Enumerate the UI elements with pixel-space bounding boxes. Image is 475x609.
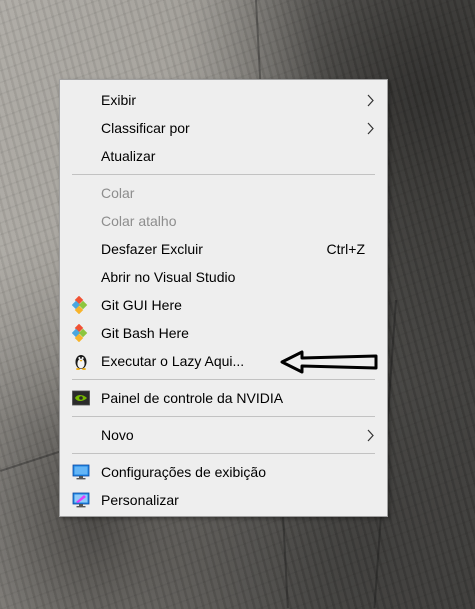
annotation-arrow-icon bbox=[280, 350, 378, 374]
menu-item-label: Colar atalho bbox=[101, 213, 177, 229]
shortcut-label: Ctrl+Z bbox=[326, 241, 366, 257]
menu-item-abrir-visual-studio[interactable]: Abrir no Visual Studio bbox=[60, 263, 387, 291]
menu-separator bbox=[72, 174, 375, 175]
menu-item-label: Atualizar bbox=[101, 148, 156, 164]
menu-item-label: Abrir no Visual Studio bbox=[101, 269, 236, 285]
menu-item-personalizar[interactable]: Personalizar bbox=[60, 486, 387, 514]
menu-item-exibir[interactable]: Exibir bbox=[60, 86, 387, 114]
menu-item-label: Desfazer Excluir bbox=[101, 241, 203, 257]
git-icon bbox=[72, 324, 88, 342]
menu-item-atualizar[interactable]: Atualizar bbox=[60, 142, 387, 170]
penguin-icon bbox=[75, 355, 87, 370]
menu-item-configuracoes-exibicao[interactable]: Configurações de exibição bbox=[60, 458, 387, 486]
menu-item-painel-nvidia[interactable]: Painel de controle da NVIDIA bbox=[60, 384, 387, 412]
menu-item-label: Executar o Lazy Aqui... bbox=[101, 353, 245, 369]
menu-item-classificar-por[interactable]: Classificar por bbox=[60, 114, 387, 142]
menu-item-label: Git Bash Here bbox=[101, 325, 189, 341]
menu-item-novo[interactable]: Novo bbox=[60, 421, 387, 449]
nvidia-icon bbox=[72, 390, 90, 406]
chevron-right-icon bbox=[367, 429, 374, 442]
menu-item-git-gui-here[interactable]: Git GUI Here bbox=[60, 291, 387, 319]
menu-item-label: Colar bbox=[101, 185, 135, 201]
desktop-context-menu: Exibir Classificar por Atualizar Colar C… bbox=[59, 79, 388, 517]
menu-item-label: Painel de controle da NVIDIA bbox=[101, 390, 284, 406]
menu-item-label: Novo bbox=[101, 427, 134, 443]
menu-item-label: Configurações de exibição bbox=[101, 464, 266, 480]
chevron-right-icon bbox=[367, 94, 374, 107]
menu-item-colar-atalho: Colar atalho bbox=[60, 207, 387, 235]
chevron-right-icon bbox=[367, 122, 374, 135]
menu-item-colar: Colar bbox=[60, 179, 387, 207]
git-icon bbox=[72, 296, 88, 314]
display-settings-icon bbox=[72, 464, 90, 480]
menu-item-label: Classificar por bbox=[101, 120, 190, 136]
personalize-icon bbox=[72, 492, 90, 508]
menu-item-label: Exibir bbox=[101, 92, 137, 108]
menu-item-label: Personalizar bbox=[101, 492, 179, 508]
menu-separator bbox=[72, 416, 375, 417]
menu-separator bbox=[72, 379, 375, 380]
menu-item-label: Git GUI Here bbox=[101, 297, 182, 313]
menu-item-desfazer-excluir[interactable]: Desfazer Excluir Ctrl+Z bbox=[60, 235, 387, 263]
menu-separator bbox=[72, 453, 375, 454]
menu-item-git-bash-here[interactable]: Git Bash Here bbox=[60, 319, 387, 347]
